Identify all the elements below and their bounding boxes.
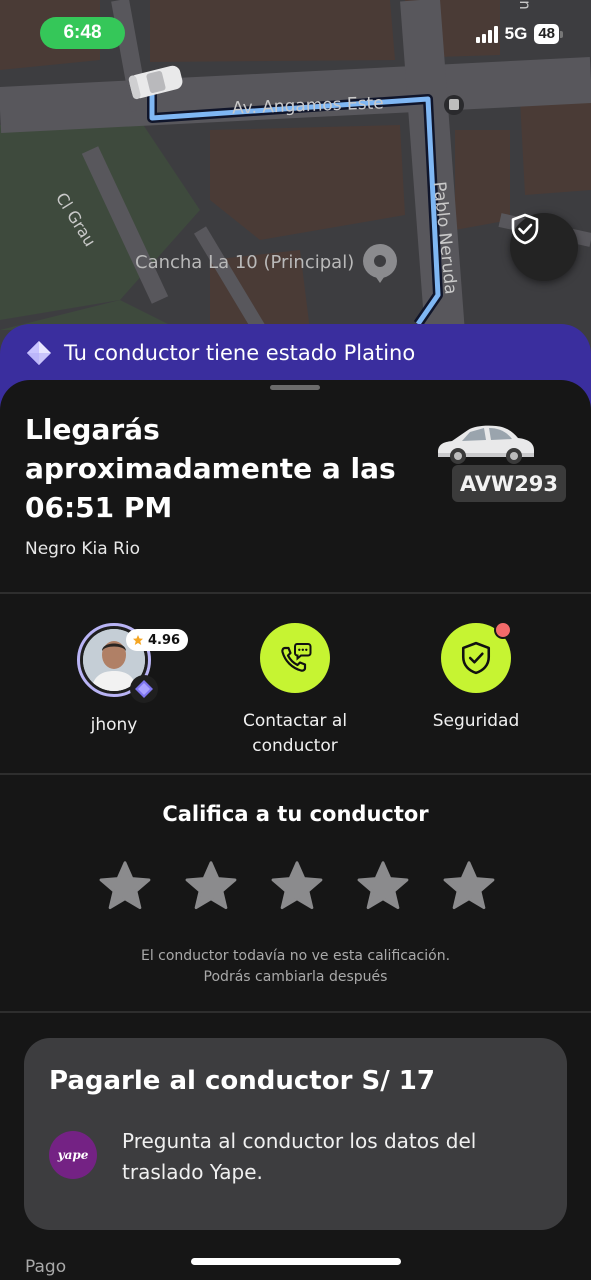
rating-star-5[interactable]: [440, 858, 498, 914]
signal-icon: [475, 25, 498, 43]
shield-check-icon: [461, 641, 491, 675]
rating-star-1[interactable]: [96, 858, 154, 914]
shield-check-icon: [511, 213, 539, 245]
safety-shield-button[interactable]: [510, 213, 578, 281]
status-indicators: 5G 48: [475, 24, 563, 44]
eta-text: Llegarás aproximadamente a las 06:51 PM: [25, 413, 396, 524]
rating-note-line-1: El conductor todavía no ve esta califica…: [140, 948, 451, 964]
payment-section-label: Pago: [25, 1257, 67, 1277]
payment-title: Pagarle al conductor S/ 17: [49, 1066, 435, 1096]
contact-driver-button[interactable]: Contactar al conductor: [215, 623, 375, 759]
status-time: 6:48: [40, 17, 125, 49]
car-icon: [438, 425, 534, 464]
notification-dot: [494, 621, 512, 639]
driver-avatar-ring: 4.96: [77, 623, 189, 703]
phone-chat-icon: [281, 643, 312, 672]
street-label-partial: n: [515, 0, 534, 10]
divider: [0, 1011, 591, 1013]
vehicle-description: Negro Kia Rio: [25, 539, 141, 559]
contact-driver-label: Contactar al conductor: [242, 711, 348, 756]
rating-star-2[interactable]: [182, 858, 240, 914]
contact-circle: [260, 623, 330, 693]
driver-rating-badge: 4.96: [126, 629, 189, 651]
diamond-icon: [135, 680, 153, 698]
divider: [0, 592, 591, 594]
rating-note-line-2: Podrás cambiarla después: [203, 969, 388, 985]
network-type: 5G: [504, 24, 528, 43]
star-icon: [133, 635, 143, 645]
yape-logo: yape: [49, 1131, 97, 1179]
battery-icon: 48: [534, 24, 563, 44]
sheet-grabber[interactable]: [270, 385, 320, 390]
rating-star-3[interactable]: [268, 858, 326, 914]
license-plate: AVW293: [452, 465, 566, 502]
divider: [0, 773, 591, 775]
place-label: Cancha La 10 (Principal): [135, 252, 355, 273]
trip-sheet: Llegarás aproximadamente a las 06:51 PM …: [0, 380, 591, 1280]
diamond-icon: [27, 341, 51, 365]
platinum-banner-text: Tu conductor tiene estado Platino: [64, 341, 416, 365]
driver-name: jhony: [90, 715, 138, 735]
platinum-badge: [130, 675, 158, 703]
driver-profile-button[interactable]: 4.96 jhony: [34, 623, 194, 738]
rating-note: El conductor todavía no ve esta califica…: [0, 946, 591, 988]
security-circle: [441, 621, 512, 693]
security-label: Seguridad: [432, 711, 520, 731]
star-rating[interactable]: [96, 858, 498, 914]
home-indicator[interactable]: [191, 1258, 401, 1265]
payment-card[interactable]: Pagarle al conductor S/ 17 yape Pregunta…: [24, 1038, 567, 1230]
rating-star-4[interactable]: [354, 858, 412, 914]
payment-description: Pregunta al conductor los datos del tras…: [122, 1129, 477, 1184]
security-button[interactable]: Seguridad: [396, 621, 556, 734]
rate-driver-title: Califica a tu conductor: [162, 802, 429, 826]
